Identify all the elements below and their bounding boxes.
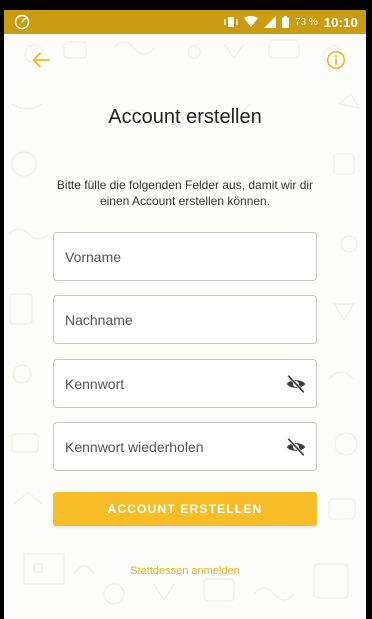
status-time: 10:10 [323, 14, 358, 30]
app-screen: 73 % 10:10 Account erstellen Bitte fülle… [4, 10, 366, 619]
status-bar: 73 % 10:10 [4, 10, 366, 34]
arrow-left-icon [32, 52, 50, 68]
battery-percent: 73 % [294, 16, 318, 28]
create-account-button[interactable]: ACCOUNT ERSTELLEN [53, 492, 317, 526]
back-button[interactable] [29, 48, 53, 72]
last-name-input[interactable] [65, 296, 265, 343]
vibrate-icon [224, 17, 238, 27]
password-repeat-input[interactable] [65, 423, 265, 470]
last-name-field[interactable] [53, 295, 317, 344]
password-field[interactable] [53, 359, 317, 408]
info-button[interactable] [324, 48, 348, 72]
info-icon [326, 50, 346, 70]
eye-off-icon[interactable] [285, 373, 307, 395]
first-name-input[interactable] [65, 233, 265, 280]
login-instead-link[interactable]: Stattdessen anmelden [4, 565, 366, 577]
signal-icon [263, 16, 276, 28]
page-subtitle: Bitte fülle die folgenden Felder aus, da… [56, 178, 314, 208]
first-name-field[interactable] [53, 232, 317, 281]
battery-icon [281, 16, 289, 28]
password-repeat-field[interactable] [53, 422, 317, 471]
password-input[interactable] [65, 360, 265, 407]
page-title: Account erstellen [108, 106, 262, 128]
timer-icon [14, 14, 30, 30]
wifi-icon [243, 16, 258, 27]
eye-off-icon[interactable] [285, 436, 307, 458]
status-icons: 73 % 10:10 [224, 10, 358, 34]
